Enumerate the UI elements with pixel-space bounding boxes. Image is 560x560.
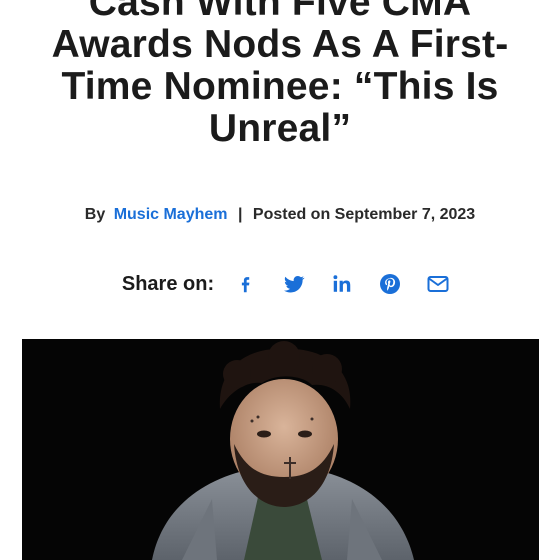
share-twitter-button[interactable] <box>270 266 318 302</box>
posted-date: Posted on September 7, 2023 <box>252 206 476 223</box>
author-link[interactable]: Music Mayhem <box>114 206 228 223</box>
headline-line-2: Awards Nods As A First- <box>51 23 509 66</box>
article-headline: Cash With Five CMA Awards Nods As A Firs… <box>20 0 540 150</box>
headline-line-4: Unreal” <box>208 107 352 150</box>
share-facebook-button[interactable] <box>222 266 270 302</box>
hero-image <box>22 339 539 560</box>
headline-line-3: Time Nominee: “This Is <box>61 65 499 108</box>
portrait-photo <box>22 339 539 560</box>
share-email-button[interactable] <box>414 266 462 302</box>
share-pinterest-button[interactable] <box>366 266 414 302</box>
email-icon <box>427 276 449 292</box>
pinterest-icon <box>380 274 401 294</box>
twitter-icon <box>284 275 305 293</box>
share-linkedin-button[interactable] <box>318 266 366 302</box>
by-label: By <box>84 206 106 223</box>
share-label: Share on: <box>121 272 215 295</box>
byline: By Music Mayhem | Posted on September 7,… <box>0 206 560 224</box>
byline-separator: | <box>237 206 243 223</box>
share-bar: Share on: <box>0 266 560 302</box>
headline-line-1: Cash With Five CMA <box>88 0 472 24</box>
linkedin-icon <box>333 275 351 292</box>
article-page: Cash With Five CMA Awards Nods As A Firs… <box>0 0 560 560</box>
facebook-icon <box>242 277 250 293</box>
